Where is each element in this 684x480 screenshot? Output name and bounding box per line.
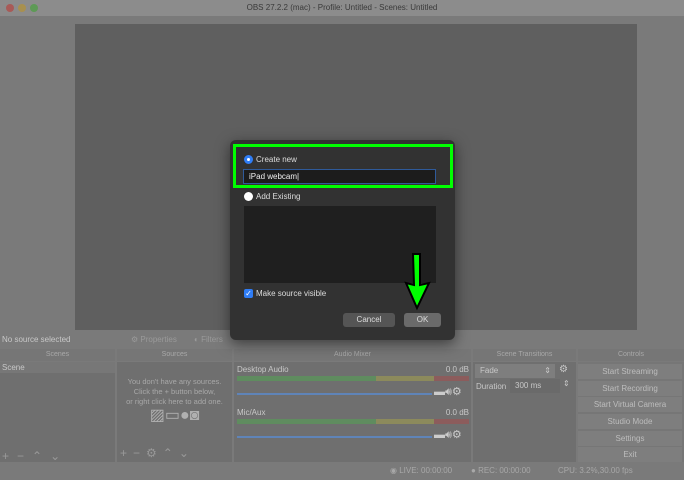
transitions-title: Scene Transitions: [496, 351, 553, 358]
mic-aux-label: Mic/Aux: [237, 408, 266, 417]
transition-gear-icon[interactable]: ⚙: [559, 364, 568, 375]
camera-icon: ◙: [189, 407, 200, 424]
studio-mode-button[interactable]: Studio Mode: [578, 414, 682, 429]
transition-select[interactable]: Fade ⇕: [475, 364, 555, 378]
mixer-title: Audio Mixer: [334, 351, 371, 358]
move-source-down-button[interactable]: ⌄: [179, 446, 195, 460]
image-icon: ▨: [149, 407, 165, 424]
duration-stepper[interactable]: ⇕: [563, 379, 570, 388]
rec-status: ● REC: 00:00:00: [471, 466, 531, 475]
select-arrows-icon: ⇕: [544, 366, 551, 375]
live-time: LIVE: 00:00:00: [399, 466, 453, 475]
controls-title: Controls: [617, 351, 645, 358]
exit-button[interactable]: Exit: [578, 447, 682, 462]
source-toolbar-bottom: +−⚙⌃⌄: [120, 446, 195, 460]
controls-header: Controls: [578, 349, 684, 361]
make-visible-label: Make source visible: [256, 289, 327, 298]
create-new-label: Create new: [256, 155, 297, 164]
source-name-input[interactable]: iPad webcam|: [243, 169, 436, 184]
window-title: OBS 27.2.2 (mac) - Profile: Untitled - S…: [246, 3, 438, 12]
mic-aux-volume-slider[interactable]: [237, 436, 432, 438]
move-scene-up-button[interactable]: ⌃: [32, 449, 50, 463]
properties-label: Properties: [140, 335, 177, 344]
transitions-dock: Fade ⇕ ⚙ Duration 300 ms ⇕: [473, 362, 576, 462]
source-name-value: iPad webcam: [249, 172, 298, 181]
cpu-status: CPU: 3.2%,30.00 fps: [558, 466, 633, 475]
globe-icon: ●: [179, 407, 190, 424]
scene-item[interactable]: Scene: [0, 362, 115, 373]
desktop-audio-label: Desktop Audio: [237, 365, 289, 374]
add-existing-radio[interactable]: [244, 192, 253, 201]
scenes-title: Scenes: [45, 351, 70, 358]
duration-label: Duration: [476, 382, 507, 391]
sources-header: Sources: [117, 349, 232, 361]
sources-title: Sources: [161, 351, 188, 358]
desktop-audio-level: 0.0 dB: [445, 365, 469, 374]
scenes-dock: Scene +−⌃⌄: [0, 362, 115, 463]
sources-dock[interactable]: You don't have any sources. Click the + …: [117, 362, 232, 462]
live-status: ◉ LIVE: 00:00:00: [390, 466, 453, 475]
cancel-button[interactable]: Cancel: [343, 313, 395, 327]
rec-time: REC: 00:00:00: [478, 466, 531, 475]
make-visible-checkbox[interactable]: ✓: [244, 289, 253, 298]
move-scene-down-button[interactable]: ⌄: [50, 449, 68, 463]
sources-empty-text-3: or right click here to add one.: [126, 397, 223, 406]
add-scene-button[interactable]: +: [2, 449, 17, 463]
transitions-header: Scene Transitions: [473, 349, 576, 361]
filters-button[interactable]: ◐ Filters: [194, 332, 223, 347]
source-status: No source selected: [2, 335, 71, 344]
desktop-audio-speaker-icon[interactable]: ▬🔊︎⚙: [434, 385, 462, 399]
display-icon: ▭: [164, 407, 180, 424]
add-source-dialog: Create new iPad webcam| Add Existing ✓ M…: [230, 140, 455, 340]
start-streaming-button[interactable]: Start Streaming: [578, 364, 682, 379]
create-new-radio[interactable]: [244, 155, 253, 164]
status-bar: ◉ LIVE: 00:00:00 ● REC: 00:00:00 CPU: 3.…: [0, 462, 684, 480]
remove-source-button[interactable]: −: [133, 446, 146, 460]
mic-aux-speaker-icon[interactable]: ▬🔊︎⚙: [434, 428, 462, 442]
settings-button[interactable]: Settings: [578, 431, 682, 446]
sources-empty-text-2: Click the + button below,: [133, 387, 216, 396]
title-bar: OBS 27.2.2 (mac) - Profile: Untitled - S…: [0, 0, 684, 16]
sources-empty-text-1: You don't have any sources.: [127, 377, 222, 386]
scene-toolbar: +−⌃⌄: [0, 449, 68, 463]
desktop-audio-meter: [237, 376, 469, 381]
ok-button[interactable]: OK: [404, 313, 441, 327]
filters-label: Filters: [201, 335, 223, 344]
scenes-header: Scenes: [0, 349, 115, 361]
properties-button[interactable]: ⚙ Properties: [131, 332, 177, 347]
audio-mixer-dock: Desktop Audio 0.0 dB ▬🔊︎⚙ Mic/Aux 0.0 dB…: [234, 362, 471, 462]
remove-scene-button[interactable]: −: [17, 449, 32, 463]
mic-aux-level: 0.0 dB: [445, 408, 469, 417]
green-arrow-icon: [404, 253, 431, 311]
close-window-button[interactable]: [6, 4, 14, 12]
transition-type: Fade: [480, 366, 499, 375]
minimize-window-button[interactable]: [18, 4, 26, 12]
zoom-window-button[interactable]: [30, 4, 38, 12]
start-virtual-camera-button[interactable]: Start Virtual Camera: [578, 397, 682, 412]
move-source-up-button[interactable]: ⌃: [163, 446, 179, 460]
add-existing-label: Add Existing: [256, 192, 301, 201]
start-recording-button[interactable]: Start Recording: [578, 381, 682, 396]
duration-input[interactable]: 300 ms: [510, 379, 560, 393]
desktop-audio-volume-slider[interactable]: [237, 393, 432, 395]
add-source-button[interactable]: +: [120, 446, 133, 460]
gear-icon[interactable]: ⚙: [146, 446, 163, 460]
mic-aux-meter: [237, 419, 469, 424]
mixer-header: Audio Mixer: [234, 349, 471, 361]
